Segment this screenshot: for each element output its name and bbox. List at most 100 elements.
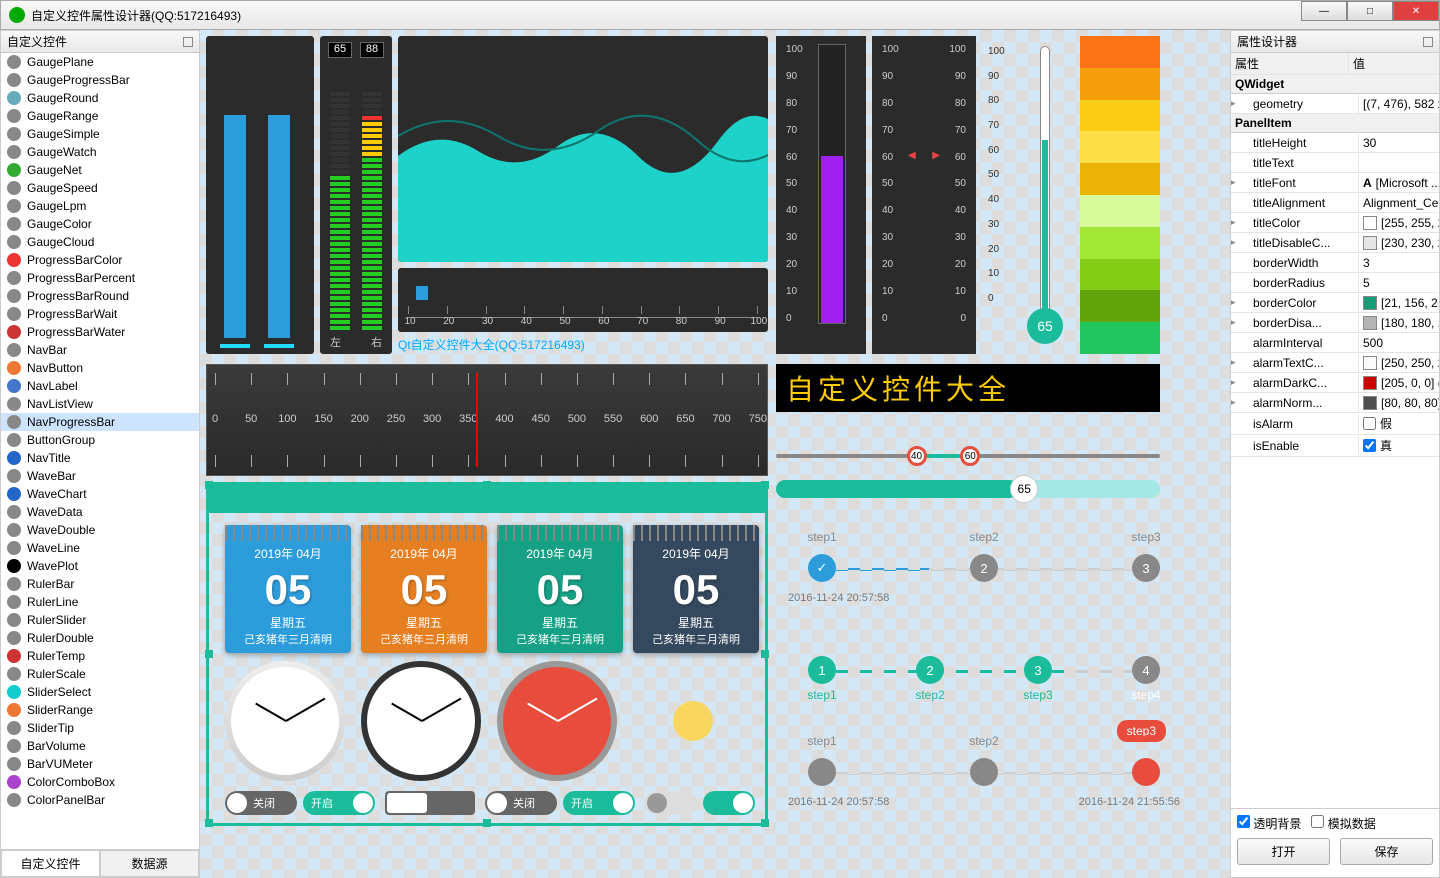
maximize-button[interactable]: □ <box>1347 1 1393 21</box>
bar-volume-widget[interactable] <box>206 36 314 354</box>
widget-item-BarVolume[interactable]: BarVolume <box>1 737 199 755</box>
widget-item-NavBar[interactable]: NavBar <box>1 341 199 359</box>
widget-item-GaugeRange[interactable]: GaugeRange <box>1 107 199 125</box>
widget-item-NavLabel[interactable]: NavLabel <box>1 377 199 395</box>
clock-3[interactable] <box>497 661 617 781</box>
ruler-double-widget[interactable]: 1009080706050403020100 10090807060504030… <box>872 36 976 354</box>
led-matrix-widget[interactable]: 自定义控件大全 <box>776 364 1160 412</box>
widget-item-WavePlot[interactable]: WavePlot <box>1 557 199 575</box>
widget-item-GaugeRound[interactable]: GaugeRound <box>1 89 199 107</box>
prop-row-isEnable[interactable]: isEnable真 <box>1231 435 1439 457</box>
widget-item-NavButton[interactable]: NavButton <box>1 359 199 377</box>
prop-row-borderWidth[interactable]: borderWidth3 <box>1231 253 1439 273</box>
slider-tip-widget[interactable]: 65 <box>776 480 1160 498</box>
widget-item-GaugeNet[interactable]: GaugeNet <box>1 161 199 179</box>
open-button[interactable]: 打开 <box>1237 838 1330 865</box>
checkbox-mock-data[interactable]: 模拟数据 <box>1311 815 1375 832</box>
clock-2[interactable] <box>361 661 481 781</box>
prop-row-titleFont[interactable]: ▸titleFontA[Microsoft ... <box>1231 173 1439 193</box>
prop-row-titleDisableC...[interactable]: ▸titleDisableC...[230, 230, 2... <box>1231 233 1439 253</box>
clock-flower[interactable] <box>633 661 753 781</box>
widget-item-GaugeLpm[interactable]: GaugeLpm <box>1 197 199 215</box>
widget-item-WaveLine[interactable]: WaveLine <box>1 539 199 557</box>
widget-item-RulerDouble[interactable]: RulerDouble <box>1 629 199 647</box>
widget-item-NavListView[interactable]: NavListView <box>1 395 199 413</box>
prop-row-borderRadius[interactable]: borderRadius5 <box>1231 273 1439 293</box>
widget-item-ColorPanelBar[interactable]: ColorPanelBar <box>1 791 199 809</box>
ruler-scale-widget[interactable]: 0501001502002503003504004505005506006507… <box>206 364 768 476</box>
widget-item-ProgressBarColor[interactable]: ProgressBarColor <box>1 251 199 269</box>
switch-5[interactable] <box>703 791 755 815</box>
widget-item-WaveData[interactable]: WaveData <box>1 503 199 521</box>
checkbox-transparent[interactable]: 透明背景 <box>1237 815 1301 832</box>
widget-item-GaugeWatch[interactable]: GaugeWatch <box>1 143 199 161</box>
widget-item-SliderSelect[interactable]: SliderSelect <box>1 683 199 701</box>
widget-item-WaveBar[interactable]: WaveBar <box>1 467 199 485</box>
dock-icon[interactable] <box>1423 37 1433 47</box>
widget-item-GaugePlane[interactable]: GaugePlane <box>1 53 199 71</box>
range-handle-b[interactable]: 60 <box>960 446 980 466</box>
prop-row-borderDisa...[interactable]: ▸borderDisa...[180, 180, 1... <box>1231 313 1439 333</box>
ruler-temp-widget[interactable]: 1009080706050403020100 65 <box>982 36 1072 354</box>
calendar-card-2[interactable]: 2019年 04月05星期五己亥猪年三月清明 <box>497 525 623 653</box>
switch-3-off[interactable]: 关闭 <box>485 791 557 815</box>
prop-row-alarmDarkC...[interactable]: ▸alarmDarkC...[205, 0, 0] (... <box>1231 373 1439 393</box>
widget-item-ButtonGroup[interactable]: ButtonGroup <box>1 431 199 449</box>
minimize-button[interactable]: — <box>1301 1 1347 21</box>
vu-meter-widget[interactable]: 65 88 左 右 <box>320 36 392 354</box>
widget-item-NavTitle[interactable]: NavTitle <box>1 449 199 467</box>
range-handle-a[interactable]: 40 <box>907 446 927 466</box>
design-canvas[interactable]: 65 88 左 右 102030405060708090100 Qt自定义控件大… <box>200 30 1230 878</box>
wave-chart-widget[interactable] <box>398 36 768 262</box>
widget-item-ProgressBarWait[interactable]: ProgressBarWait <box>1 305 199 323</box>
ruler-bar-widget-1[interactable]: 1009080706050403020100 <box>776 36 866 354</box>
prop-row-geometry[interactable]: ▸geometry[(7, 476), 582 x ... <box>1231 94 1439 114</box>
widget-item-WaveDouble[interactable]: WaveDouble <box>1 521 199 539</box>
prop-group-PanelItem[interactable]: PanelItem <box>1231 114 1439 133</box>
calendar-card-3[interactable]: 2019年 04月05星期五己亥猪年三月清明 <box>633 525 759 653</box>
ruler-thumb[interactable] <box>416 286 428 300</box>
tab-datasource[interactable]: 数据源 <box>100 850 199 877</box>
switch-1-off[interactable]: 关闭 <box>225 791 297 815</box>
nav-progress-3[interactable]: step3 step1 step2 2016-11-24 20:57:58 20… <box>808 730 1160 820</box>
widget-item-SliderTip[interactable]: SliderTip <box>1 719 199 737</box>
widget-item-RulerSlider[interactable]: RulerSlider <box>1 611 199 629</box>
widget-item-RulerScale[interactable]: RulerScale <box>1 665 199 683</box>
close-button[interactable]: ✕ <box>1393 1 1439 21</box>
widget-item-RulerTemp[interactable]: RulerTemp <box>1 647 199 665</box>
slider-range-widget[interactable]: 40 60 <box>776 446 1160 466</box>
switch-2[interactable] <box>385 791 475 815</box>
widget-list[interactable]: GaugePlaneGaugeProgressBarGaugeRoundGaug… <box>1 53 199 849</box>
prop-row-titleText[interactable]: titleText <box>1231 153 1439 173</box>
prop-row-titleColor[interactable]: ▸titleColor[255, 255, 2... <box>1231 213 1439 233</box>
prop-row-alarmTextC...[interactable]: ▸alarmTextC...[250, 250, 2... <box>1231 353 1439 373</box>
widget-item-GaugeProgressBar[interactable]: GaugeProgressBar <box>1 71 199 89</box>
dock-icon[interactable] <box>183 37 193 47</box>
widget-item-GaugeSimple[interactable]: GaugeSimple <box>1 125 199 143</box>
nav-progress-2[interactable]: 1step1 2step2 3step3 4step4 <box>808 646 1160 706</box>
prop-row-titleAlignment[interactable]: titleAlignmentAlignment_Center <box>1231 193 1439 213</box>
widget-item-GaugeCloud[interactable]: GaugeCloud <box>1 233 199 251</box>
widget-item-RulerLine[interactable]: RulerLine <box>1 593 199 611</box>
save-button[interactable]: 保存 <box>1340 838 1433 865</box>
clock-1[interactable] <box>225 661 345 781</box>
switch-4[interactable] <box>645 791 697 815</box>
ruler-slider-widget[interactable]: 102030405060708090100 <box>398 268 768 332</box>
widget-item-ProgressBarPercent[interactable]: ProgressBarPercent <box>1 269 199 287</box>
prop-row-borderColor[interactable]: ▸borderColor[21, 156, 2... <box>1231 293 1439 313</box>
switch-1-on[interactable]: 开启 <box>303 791 375 815</box>
widget-item-ColorComboBox[interactable]: ColorComboBox <box>1 773 199 791</box>
prop-row-alarmInterval[interactable]: alarmInterval500 <box>1231 333 1439 353</box>
widget-item-RulerBar[interactable]: RulerBar <box>1 575 199 593</box>
prop-group-QWidget[interactable]: QWidget <box>1231 75 1439 94</box>
panel-item-selected[interactable]: 2019年 04月05星期五己亥猪年三月清明2019年 04月05星期五己亥猪年… <box>206 482 768 826</box>
property-table[interactable]: QWidget▸geometry[(7, 476), 582 x ...Pane… <box>1231 75 1439 808</box>
widget-item-ProgressBarRound[interactable]: ProgressBarRound <box>1 287 199 305</box>
prop-row-alarmNorm...[interactable]: ▸alarmNorm...[80, 80, 80] ... <box>1231 393 1439 413</box>
widget-item-ProgressBarWater[interactable]: ProgressBarWater <box>1 323 199 341</box>
widget-item-GaugeColor[interactable]: GaugeColor <box>1 215 199 233</box>
widget-item-SliderRange[interactable]: SliderRange <box>1 701 199 719</box>
prop-row-titleHeight[interactable]: titleHeight30 <box>1231 133 1439 153</box>
nav-progress-1[interactable]: step1 2step2 3step3 2016-11-24 20:57:58 <box>808 530 1160 610</box>
tab-widgets[interactable]: 自定义控件 <box>1 850 100 877</box>
